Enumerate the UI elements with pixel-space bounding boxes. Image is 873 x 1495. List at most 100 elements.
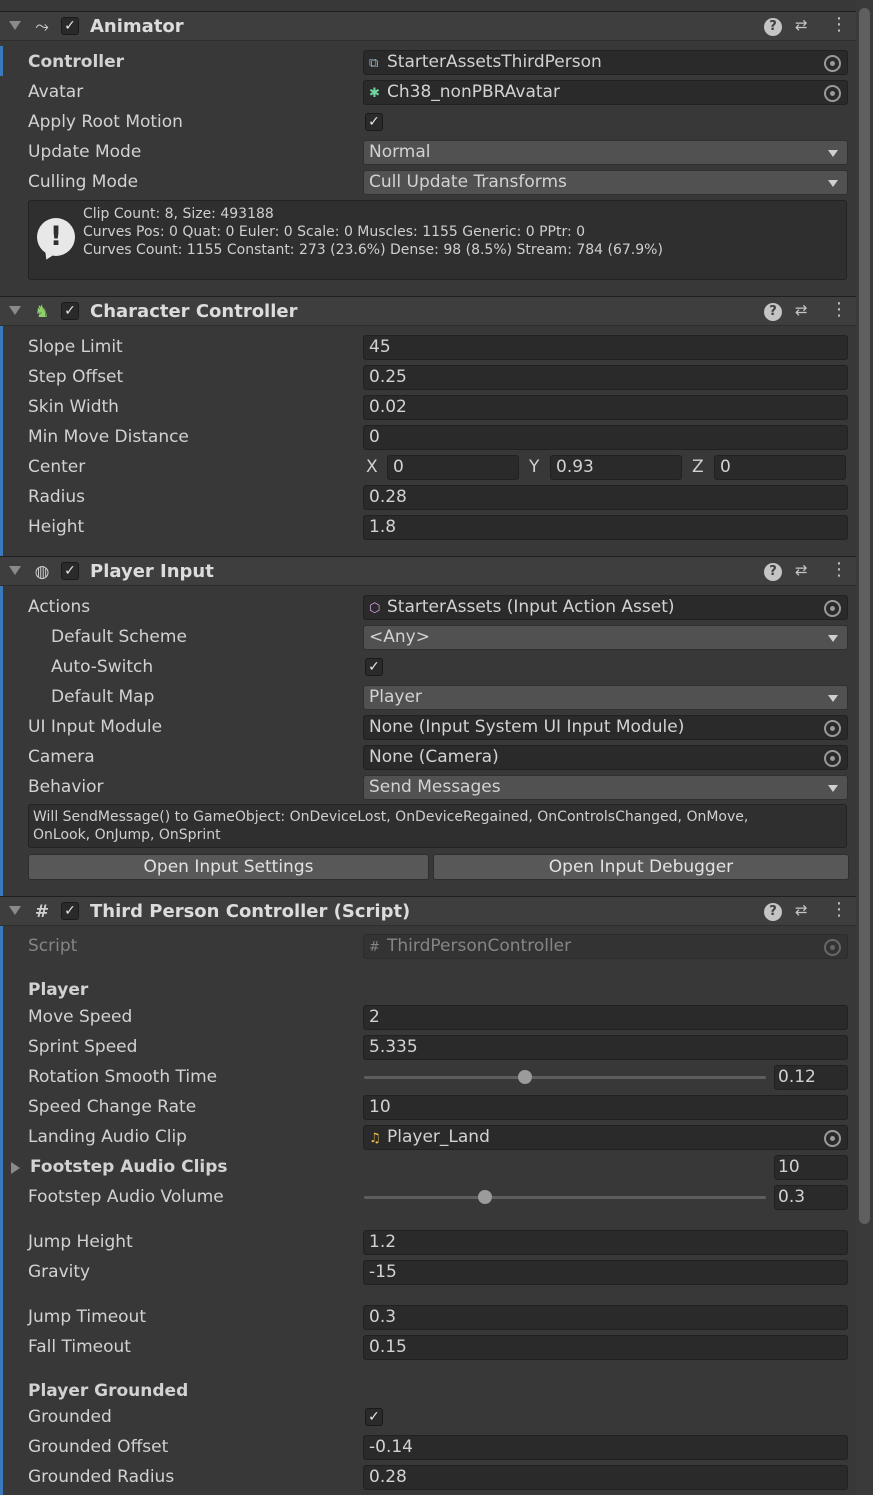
- jump-height-input[interactable]: 1.2: [363, 1230, 848, 1255]
- help-icon[interactable]: ?: [764, 563, 782, 581]
- move-speed-input[interactable]: 2: [363, 1005, 848, 1030]
- object-picker-icon[interactable]: [824, 600, 841, 617]
- open-input-settings-button[interactable]: Open Input Settings: [28, 854, 429, 880]
- script-object-field: # ThirdPersonController: [363, 934, 848, 959]
- sprint-speed-input[interactable]: 5.335: [363, 1035, 848, 1060]
- center-y-input[interactable]: 0.93: [550, 455, 682, 480]
- chevron-down-icon: [828, 635, 838, 642]
- default-map-dropdown[interactable]: Player: [363, 685, 848, 710]
- component-title: Character Controller: [90, 301, 298, 322]
- footstep-audio-volume-slider[interactable]: [364, 1196, 766, 1199]
- player-input-header[interactable]: ◍ ✓ Player Input ? ⇄ ⋮: [0, 556, 856, 586]
- center-x-input[interactable]: 0: [387, 455, 519, 480]
- foldout-arrow-icon[interactable]: [9, 306, 21, 315]
- slider-handle[interactable]: [517, 1070, 532, 1084]
- character-controller-header[interactable]: ♞ ✓ Character Controller ? ⇄ ⋮: [0, 296, 856, 326]
- audio-clip-icon: ♫: [369, 1131, 381, 1146]
- field-label: Culling Mode: [28, 172, 139, 192]
- rotation-smooth-time-input[interactable]: 0.12: [774, 1065, 848, 1090]
- field-label[interactable]: Footstep Audio Clips: [30, 1157, 228, 1177]
- menu-kebab-icon[interactable]: ⋮: [830, 14, 848, 35]
- default-scheme-dropdown[interactable]: <Any>: [363, 625, 848, 650]
- skin-width-input[interactable]: 0.02: [363, 395, 848, 420]
- info-line: Curves Count: 1155 Constant: 273 (23.6%)…: [83, 242, 663, 258]
- animator-header[interactable]: ⤳ ✓ Animator ? ⇄ ⋮: [0, 11, 856, 41]
- center-z-input[interactable]: 0: [714, 455, 846, 480]
- axis-label[interactable]: X: [366, 457, 378, 477]
- rotation-smooth-time-slider[interactable]: [364, 1076, 766, 1079]
- fall-timeout-input[interactable]: 0.15: [363, 1335, 848, 1360]
- jump-timeout-input[interactable]: 0.3: [363, 1305, 848, 1330]
- menu-kebab-icon[interactable]: ⋮: [830, 559, 848, 580]
- ui-input-module-object-field[interactable]: None (Input System UI Input Module): [363, 715, 848, 740]
- help-icon[interactable]: ?: [764, 18, 782, 36]
- player-input-icon: ◍: [34, 562, 50, 582]
- foldout-arrow-icon[interactable]: [9, 21, 21, 30]
- landing-audio-clip-row: Landing Audio Clip ♫ Player_Land: [0, 1123, 856, 1153]
- script-file-icon: #: [369, 940, 380, 955]
- avatar-object-field[interactable]: ✱ Ch38_nonPBRAvatar: [363, 80, 848, 105]
- actions-object-field[interactable]: ⬡ StarterAssets (Input Action Asset): [363, 595, 848, 620]
- jump-height-row: Jump Height 1.2: [0, 1228, 856, 1258]
- menu-kebab-icon[interactable]: ⋮: [830, 899, 848, 920]
- apply-root-motion-row: Apply Root Motion ✓: [0, 108, 856, 138]
- grounded-checkbox[interactable]: ✓: [365, 1408, 383, 1426]
- footstep-audio-clips-row[interactable]: Footstep Audio Clips 10: [0, 1153, 856, 1183]
- object-picker-icon[interactable]: [824, 55, 841, 72]
- axis-label[interactable]: Y: [529, 457, 539, 477]
- preset-icon[interactable]: ⇄: [795, 301, 808, 319]
- array-size-input[interactable]: 10: [774, 1155, 848, 1180]
- axis-label[interactable]: Z: [692, 457, 704, 477]
- radius-input[interactable]: 0.28: [363, 485, 848, 510]
- auto-switch-checkbox[interactable]: ✓: [365, 658, 383, 676]
- player-input-enabled-checkbox[interactable]: ✓: [61, 562, 79, 580]
- menu-kebab-icon[interactable]: ⋮: [830, 299, 848, 320]
- slope-limit-input[interactable]: 45: [363, 335, 848, 360]
- grounded-radius-input[interactable]: 0.28: [363, 1465, 848, 1490]
- controller-object-field[interactable]: ⧉ StarterAssetsThirdPerson: [363, 50, 848, 75]
- object-picker-icon[interactable]: [824, 1130, 841, 1147]
- script-row: Script # ThirdPersonController: [0, 932, 856, 962]
- slider-handle[interactable]: [477, 1190, 492, 1204]
- scrollbar-thumb[interactable]: [859, 8, 870, 1224]
- character-controller-enabled-checkbox[interactable]: ✓: [61, 302, 79, 320]
- camera-object-field[interactable]: None (Camera): [363, 745, 848, 770]
- step-offset-input[interactable]: 0.25: [363, 365, 848, 390]
- preset-icon[interactable]: ⇄: [795, 901, 808, 919]
- foldout-arrow-icon[interactable]: [11, 1162, 20, 1174]
- section-header-player: Player: [28, 980, 89, 1000]
- radius-row: Radius 0.28: [0, 483, 856, 513]
- foldout-arrow-icon[interactable]: [9, 566, 21, 575]
- script-icon: #: [34, 902, 50, 922]
- center-row: Center X 0 Y 0.93 Z 0: [0, 453, 856, 483]
- third-person-controller-enabled-checkbox[interactable]: ✓: [61, 902, 79, 920]
- min-move-distance-input[interactable]: 0: [363, 425, 848, 450]
- object-picker-icon[interactable]: [824, 85, 841, 102]
- speed-change-rate-input[interactable]: 10: [363, 1095, 848, 1120]
- preset-icon[interactable]: ⇄: [795, 561, 808, 579]
- animator-enabled-checkbox[interactable]: ✓: [61, 17, 79, 35]
- field-value: Send Messages: [369, 777, 501, 797]
- open-input-debugger-button[interactable]: Open Input Debugger: [433, 854, 849, 880]
- chevron-down-icon: [828, 785, 838, 792]
- landing-audio-clip-object-field[interactable]: ♫ Player_Land: [363, 1125, 848, 1150]
- height-input[interactable]: 1.8: [363, 515, 848, 540]
- chevron-down-icon: [828, 695, 838, 702]
- default-scheme-row: Default Scheme <Any>: [0, 623, 856, 653]
- culling-mode-dropdown[interactable]: Cull Update Transforms: [363, 170, 848, 195]
- preset-icon[interactable]: ⇄: [795, 16, 808, 34]
- footstep-audio-volume-input[interactable]: 0.3: [774, 1185, 848, 1210]
- footstep-audio-volume-row: Footstep Audio Volume 0.3: [0, 1183, 856, 1213]
- third-person-controller-header[interactable]: # ✓ Third Person Controller (Script) ? ⇄…: [0, 896, 856, 926]
- update-mode-dropdown[interactable]: Normal: [363, 140, 848, 165]
- object-picker-icon[interactable]: [824, 720, 841, 737]
- help-icon[interactable]: ?: [764, 303, 782, 321]
- foldout-arrow-icon[interactable]: [9, 906, 21, 915]
- help-icon[interactable]: ?: [764, 903, 782, 921]
- gravity-input[interactable]: -15: [363, 1260, 848, 1285]
- grounded-offset-input[interactable]: -0.14: [363, 1435, 848, 1460]
- behavior-dropdown[interactable]: Send Messages: [363, 775, 848, 800]
- object-picker-icon[interactable]: [824, 750, 841, 767]
- apply-root-motion-checkbox[interactable]: ✓: [365, 113, 383, 131]
- grounded-row: Grounded ✓: [0, 1403, 856, 1433]
